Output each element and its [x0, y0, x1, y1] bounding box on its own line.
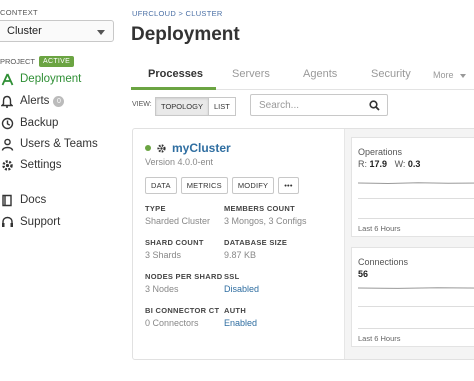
chart-gridline — [358, 198, 474, 199]
connections-value: 56 — [358, 269, 369, 279]
search-input[interactable]: Search... — [250, 94, 388, 116]
sidebar-item-backup[interactable]: Backup — [0, 116, 58, 130]
sidebar-item-docs[interactable]: Docs — [0, 193, 46, 207]
bi-connector-label: BI CONNECTOR CT — [145, 306, 220, 315]
chart-gridline — [358, 306, 474, 307]
sidebar-item-label: Deployment — [20, 73, 82, 85]
writes-value: 0.3 — [407, 159, 421, 169]
tab-agents[interactable]: Agents — [303, 68, 337, 80]
more-options-button[interactable]: ••• — [278, 177, 299, 194]
sidebar-item-settings[interactable]: Settings — [0, 158, 62, 172]
caret-down-icon — [460, 73, 467, 78]
connections-timeframe: Last 6 Hours — [358, 334, 401, 343]
project-label: PROJECT — [0, 57, 36, 66]
cluster-header[interactable]: myCluster — [145, 141, 231, 155]
gear-icon — [0, 158, 14, 172]
page-title: Deployment — [131, 24, 240, 45]
bi-connector-value: 0 Connectors — [145, 318, 199, 328]
connections-values: 56 — [358, 269, 368, 279]
operations-timeframe: Last 6 Hours — [358, 224, 401, 233]
nodes-per-shard-value: 3 Nodes — [145, 284, 179, 294]
database-size-label: DATABASE SIZE — [224, 238, 288, 247]
tab-processes[interactable]: Processes — [148, 68, 203, 80]
active-badge: ACTIVE — [39, 56, 75, 67]
users-icon — [0, 137, 14, 151]
caret-down-icon — [97, 30, 105, 35]
members-value: 3 Mongos, 3 Configs — [224, 216, 307, 226]
connections-sparkline — [358, 287, 474, 289]
type-label: TYPE — [145, 204, 166, 213]
project-row: PROJECT ACTIVE — [0, 56, 75, 67]
cluster-icon — [156, 143, 167, 154]
context-value: Cluster — [7, 25, 42, 37]
search-placeholder: Search... — [259, 100, 300, 111]
operations-chart[interactable]: Operations R: 17.9 W: 0.3 Last 6 Hours — [351, 137, 474, 237]
writes-label: W: — [394, 159, 406, 169]
cluster-info: myCluster Version 4.0.0-ent DATA METRICS… — [133, 129, 341, 359]
connections-chart[interactable]: Connections 56 Last 6 Hours — [351, 247, 474, 347]
tab-more-label: More — [433, 70, 454, 80]
nodes-per-shard-label: NODES PER SHARD — [145, 272, 223, 281]
sidebar: CONTEXT Cluster PROJECT ACTIVE Deploymen… — [0, 0, 118, 381]
shard-count-label: SHARD COUNT — [145, 238, 204, 247]
ssl-value-link[interactable]: Disabled — [224, 284, 259, 294]
breadcrumb[interactable]: UFRCLOUD > CLUSTER — [132, 9, 223, 18]
operations-title: Operations — [358, 147, 403, 157]
cluster-name: myCluster — [172, 141, 231, 155]
modify-button[interactable]: MODIFY — [231, 177, 275, 194]
view-toggle: TOPOLOGY LIST — [155, 97, 236, 116]
search-icon[interactable] — [369, 100, 380, 114]
ssl-label: SSL — [224, 272, 240, 281]
tab-servers[interactable]: Servers — [232, 68, 270, 80]
sidebar-item-label: Settings — [20, 159, 62, 171]
auth-value-link[interactable]: Enabled — [224, 318, 257, 328]
cluster-version: Version 4.0.0-ent — [145, 157, 214, 167]
sidebar-item-users-teams[interactable]: Users & Teams — [0, 137, 98, 151]
status-dot-icon — [145, 145, 151, 151]
sidebar-item-label: Users & Teams — [20, 138, 98, 150]
sidebar-item-label: Backup — [20, 117, 59, 129]
tab-more[interactable]: More — [433, 70, 467, 80]
sidebar-item-label: Support — [20, 216, 61, 228]
chart-gridline — [358, 328, 474, 329]
shard-count-value: 3 Shards — [145, 250, 182, 260]
list-view-button[interactable]: LIST — [208, 97, 236, 116]
context-select[interactable]: Cluster — [0, 20, 114, 42]
database-size-value: 9.87 KB — [224, 250, 257, 260]
topology-view-button[interactable]: TOPOLOGY — [155, 97, 209, 116]
auth-label: AUTH — [224, 306, 247, 315]
metrics-panel: Operations R: 17.9 W: 0.3 Last 6 Hours C… — [344, 129, 474, 359]
type-value: Sharded Cluster — [145, 216, 211, 226]
headset-icon — [0, 215, 14, 229]
chart-gridline — [358, 218, 474, 219]
reads-label: R: — [358, 159, 367, 169]
sidebar-item-support[interactable]: Support — [0, 215, 60, 229]
operations-sparkline — [358, 182, 474, 185]
sidebar-item-label: Alerts — [20, 95, 50, 107]
metrics-button[interactable]: METRICS — [180, 177, 228, 194]
sidebar-item-alerts[interactable]: Alerts 0 — [0, 94, 65, 108]
bell-icon — [0, 94, 14, 108]
tab-security[interactable]: Security — [371, 68, 411, 80]
operations-values: R: 17.9 W: 0.3 — [358, 159, 420, 169]
backup-icon — [0, 116, 14, 130]
members-label: MEMBERS COUNT — [224, 204, 295, 213]
reads-value: 17.9 — [369, 159, 388, 169]
cluster-actions: DATA METRICS MODIFY ••• — [145, 177, 299, 194]
book-icon — [0, 193, 14, 207]
active-tab-indicator — [131, 87, 216, 90]
data-button[interactable]: DATA — [145, 177, 177, 194]
tab-bar: Processes Servers Agents Security More — [131, 60, 474, 90]
sidebar-item-deployment[interactable]: Deployment — [0, 72, 81, 86]
context-label: CONTEXT — [0, 8, 38, 17]
connections-title: Connections — [358, 257, 409, 267]
cluster-card: myCluster Version 4.0.0-ent DATA METRICS… — [132, 128, 474, 360]
view-label: VIEW: — [132, 101, 152, 108]
deployment-icon — [0, 72, 14, 86]
sidebar-item-label: Docs — [20, 194, 47, 206]
alert-count-badge: 0 — [53, 95, 65, 107]
